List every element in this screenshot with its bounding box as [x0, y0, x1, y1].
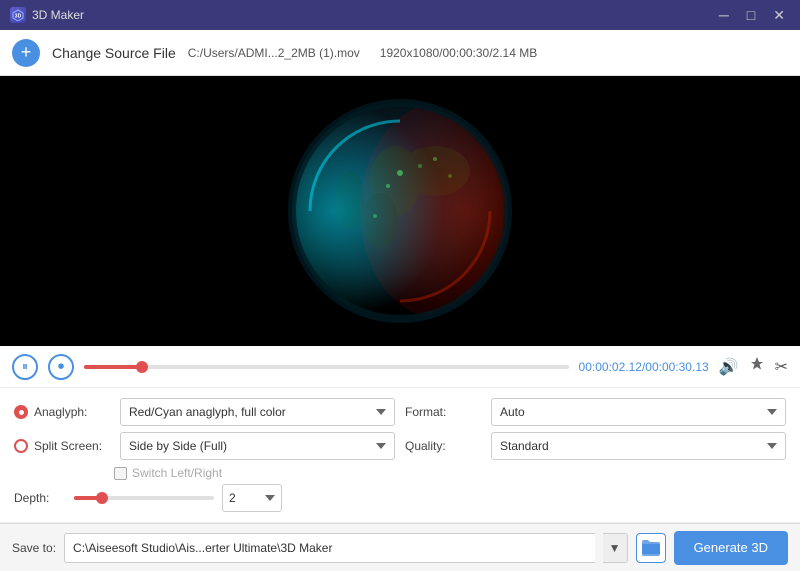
- format-select[interactable]: Auto MP4 MOV: [491, 398, 786, 426]
- volume-button[interactable]: 🔊: [719, 357, 739, 377]
- app-title: 3D Maker: [32, 8, 84, 22]
- window-controls[interactable]: ─ □ ✕: [714, 6, 790, 24]
- switch-lr-label: Switch Left/Right: [132, 466, 222, 480]
- pin-button[interactable]: [749, 356, 765, 377]
- pause-button[interactable]: ⏸: [12, 354, 38, 380]
- progress-bar[interactable]: [84, 365, 569, 369]
- maximize-button[interactable]: □: [742, 6, 760, 24]
- split-screen-select[interactable]: Side by Side (Full): [120, 432, 395, 460]
- save-path-dropdown[interactable]: ▼: [603, 533, 628, 563]
- playback-bar: ⏸ ⏺ 00:00:02.12/00:00:30.13 🔊 ✂: [0, 346, 800, 388]
- depth-value-select[interactable]: 2 1 3 4 5: [222, 484, 282, 512]
- quality-label: Quality:: [405, 439, 485, 453]
- settings-columns: Anaglyph: Red/Cyan anaglyph, full color …: [14, 398, 786, 512]
- toolbar: + Change Source File C:/Users/ADMI...2_2…: [0, 30, 800, 76]
- generate-3d-button[interactable]: Generate 3D: [674, 531, 788, 565]
- depth-label: Depth:: [14, 491, 66, 505]
- bottom-bar: Save to: ▼ Generate 3D: [0, 523, 800, 571]
- switch-lr-checkbox[interactable]: [114, 467, 127, 480]
- earth-preview: [280, 91, 520, 331]
- progress-fill: [84, 365, 142, 369]
- save-to-label: Save to:: [12, 541, 56, 555]
- format-label: Format:: [405, 405, 485, 419]
- settings-area: Anaglyph: Red/Cyan anaglyph, full color …: [0, 388, 800, 523]
- plus-icon: +: [21, 42, 32, 63]
- title-bar-left: 3D 3D Maker: [10, 7, 84, 23]
- save-path-input[interactable]: [64, 533, 595, 563]
- settings-col-right: Format: Auto MP4 MOV Quality: Standard H…: [405, 398, 786, 512]
- anaglyph-radio[interactable]: [14, 405, 28, 419]
- split-screen-label-group[interactable]: Split Screen:: [14, 439, 114, 453]
- title-bar: 3D 3D Maker ─ □ ✕: [0, 0, 800, 30]
- close-button[interactable]: ✕: [768, 6, 790, 24]
- depth-row: Depth: 2 1 3 4 5: [14, 484, 395, 512]
- stop-button[interactable]: ⏺: [48, 354, 74, 380]
- progress-thumb[interactable]: [136, 361, 148, 373]
- stop-icon: ⏺: [58, 359, 64, 374]
- depth-slider-thumb[interactable]: [96, 492, 108, 504]
- folder-icon: [642, 540, 660, 556]
- quality-row: Quality: Standard High Low: [405, 432, 786, 460]
- anaglyph-row: Anaglyph: Red/Cyan anaglyph, full color: [14, 398, 395, 426]
- quality-select[interactable]: Standard High Low: [491, 432, 786, 460]
- split-screen-radio[interactable]: [14, 439, 28, 453]
- app-icon: 3D: [10, 7, 26, 23]
- svg-text:3D: 3D: [15, 14, 22, 20]
- file-info-display: 1920x1080/00:00:30/2.14 MB: [380, 46, 537, 60]
- change-source-label[interactable]: Change Source File: [52, 45, 176, 61]
- anaglyph-label-group[interactable]: Anaglyph:: [14, 405, 114, 419]
- playback-extra-controls: 🔊 ✂: [719, 356, 788, 377]
- preview-area: [0, 76, 800, 346]
- pin-icon: [749, 356, 765, 372]
- cut-button[interactable]: ✂: [775, 357, 788, 377]
- browse-folder-button[interactable]: [636, 533, 666, 563]
- split-screen-row: Split Screen: Side by Side (Full): [14, 432, 395, 460]
- time-display: 00:00:02.12/00:00:30.13: [579, 360, 709, 374]
- depth-slider[interactable]: [74, 496, 214, 500]
- add-source-button[interactable]: +: [12, 39, 40, 67]
- anaglyph-select[interactable]: Red/Cyan anaglyph, full color: [120, 398, 395, 426]
- dropdown-arrow-icon: ▼: [609, 541, 621, 555]
- split-screen-label: Split Screen:: [34, 439, 114, 453]
- pause-icon: ⏸: [22, 359, 28, 374]
- settings-col-left: Anaglyph: Red/Cyan anaglyph, full color …: [14, 398, 395, 512]
- format-row: Format: Auto MP4 MOV: [405, 398, 786, 426]
- minimize-button[interactable]: ─: [714, 6, 734, 24]
- switch-lr-group: Switch Left/Right: [114, 466, 395, 480]
- anaglyph-label: Anaglyph:: [34, 405, 114, 419]
- volume-icon: 🔊: [719, 359, 739, 376]
- file-path-display: C:/Users/ADMI...2_2MB (1).mov: [188, 46, 360, 60]
- cut-icon: ✂: [775, 359, 788, 376]
